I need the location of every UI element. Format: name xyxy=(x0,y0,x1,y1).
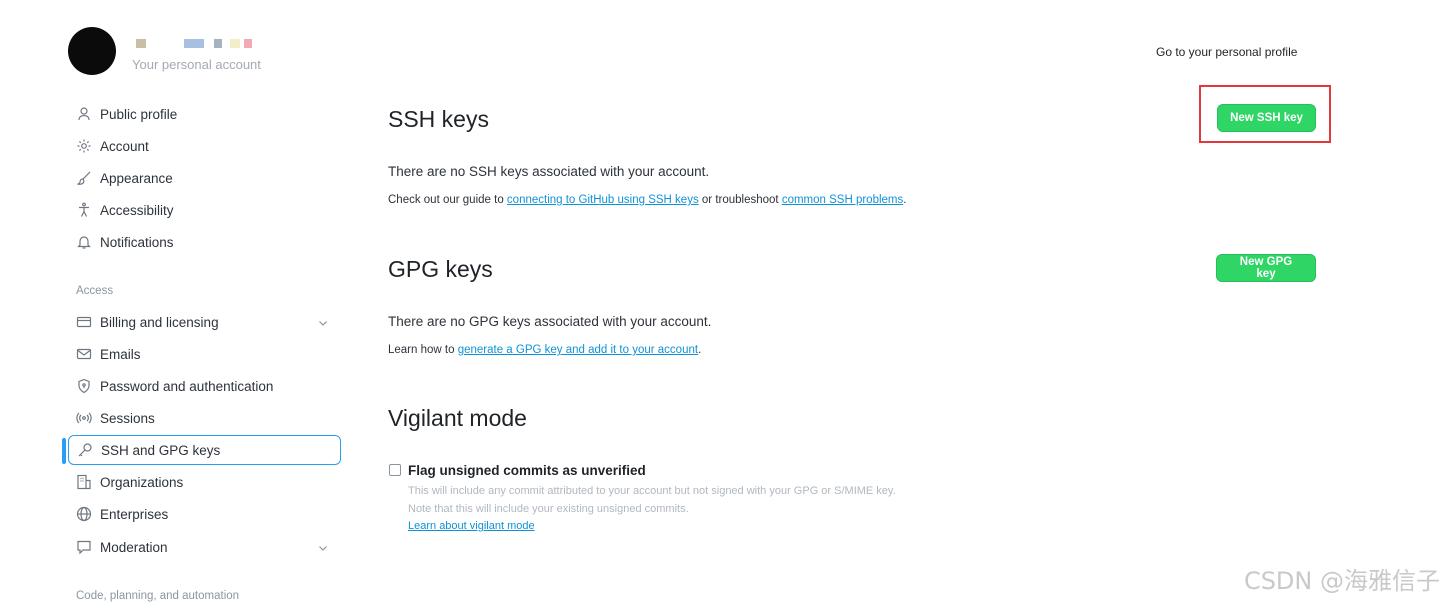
sidebar-item-label: SSH and GPG keys xyxy=(101,442,221,458)
gpg-guide-link[interactable]: generate a GPG key and add it to your ac… xyxy=(458,344,698,356)
sidebar-item-notifications[interactable]: Notifications xyxy=(68,227,341,257)
sidebar-item-enterprises[interactable]: Enterprises xyxy=(68,499,341,529)
vigilant-mode-title: Vigilant mode xyxy=(388,405,527,431)
redacted-block xyxy=(136,39,146,48)
person-icon xyxy=(74,106,94,122)
sidebar-item-label: Billing and licensing xyxy=(100,314,219,330)
chevron-down-icon[interactable] xyxy=(317,541,329,559)
avatar[interactable] xyxy=(68,27,116,75)
vigilant-note-1: This will include any commit attributed … xyxy=(408,485,896,497)
ssh-guide-link[interactable]: connecting to GitHub using SSH keys xyxy=(507,194,699,206)
sidebar-item-label: Public profile xyxy=(100,106,178,122)
new-ssh-key-button[interactable]: New SSH key xyxy=(1217,104,1316,132)
bell-icon xyxy=(74,234,94,250)
sidebar-item-label: Appearance xyxy=(100,170,173,186)
gpg-learn-text: Learn how to generate a GPG key and add … xyxy=(388,344,701,356)
report-icon xyxy=(74,539,94,555)
guide-pre: Check out our guide to xyxy=(388,194,507,206)
credit-card-icon xyxy=(74,314,94,330)
sidebar-item-sessions[interactable]: Sessions xyxy=(68,403,341,433)
learn-pre: Learn how to xyxy=(388,344,458,356)
sidebar-item-public-profile[interactable]: Public profile xyxy=(68,99,341,129)
watermark: CSDN @海雅信子 xyxy=(1243,567,1440,595)
sidebar-item-accessibility[interactable]: Accessibility xyxy=(68,195,341,225)
sidebar-item-label: Moderation xyxy=(100,539,168,555)
sidebar-item-account[interactable]: Account xyxy=(68,131,341,161)
vigilant-note-2: Note that this will include your existin… xyxy=(408,503,689,515)
sidebar-item-organizations[interactable]: Organizations xyxy=(68,467,341,497)
shield-lock-icon xyxy=(74,378,94,394)
sidebar-item-appearance[interactable]: Appearance xyxy=(68,163,341,193)
access-section-label: Access xyxy=(76,285,114,297)
globe-icon xyxy=(74,506,94,522)
organization-icon xyxy=(74,474,94,490)
vigilant-mode-checkbox[interactable] xyxy=(389,464,401,476)
accessibility-icon xyxy=(74,202,94,218)
redacted-block xyxy=(244,39,252,48)
chevron-down-icon[interactable] xyxy=(317,316,329,334)
redacted-block xyxy=(214,39,222,48)
vigilant-checkbox-label[interactable]: Flag unsigned commits as unverified xyxy=(408,463,646,478)
sidebar-item-ssh-gpg-keys[interactable]: SSH and GPG keys xyxy=(62,435,341,465)
sidebar-item-label: Sessions xyxy=(100,410,155,426)
sidebar-item-label: Accessibility xyxy=(100,202,174,218)
ssh-keys-title: SSH keys xyxy=(388,106,489,132)
sidebar-item-label: Password and authentication xyxy=(100,378,274,394)
code-section-label: Code, planning, and automation xyxy=(76,590,240,602)
sidebar-item-emails[interactable]: Emails xyxy=(68,339,341,369)
paintbrush-icon xyxy=(74,170,94,186)
sidebar-item-label: Organizations xyxy=(100,474,184,490)
gear-icon xyxy=(74,138,94,154)
sidebar-item-label: Enterprises xyxy=(100,506,169,522)
ssh-problems-link[interactable]: common SSH problems xyxy=(782,194,903,206)
gpg-empty-text: There are no GPG keys associated with yo… xyxy=(388,314,712,329)
ssh-empty-text: There are no SSH keys associated with yo… xyxy=(388,164,710,179)
sidebar-item-label: Account xyxy=(100,138,149,154)
redacted-block xyxy=(184,39,204,48)
active-indicator xyxy=(62,438,66,464)
sidebar-item-moderation[interactable]: Moderation xyxy=(68,532,341,562)
account-subtitle: Your personal account xyxy=(132,57,261,72)
new-gpg-key-button[interactable]: New GPG key xyxy=(1216,254,1316,282)
sidebar-item-label: Notifications xyxy=(100,234,174,250)
gpg-keys-title: GPG keys xyxy=(388,256,493,282)
ssh-guide-text: Check out our guide to connecting to Git… xyxy=(388,194,906,206)
mail-icon xyxy=(74,346,94,362)
redacted-block xyxy=(230,39,240,48)
guide-post: . xyxy=(903,194,907,206)
vigilant-learn-link[interactable]: Learn about vigilant mode xyxy=(408,520,535,532)
learn-post: . xyxy=(698,344,702,356)
settings-page: Your personal account Go to your persona… xyxy=(0,0,1446,602)
profile-link[interactable]: Go to your personal profile xyxy=(1156,45,1297,59)
sidebar-item-label: Emails xyxy=(100,346,141,362)
guide-mid: or troubleshoot xyxy=(698,194,782,206)
sidebar-item-billing[interactable]: Billing and licensing xyxy=(68,307,341,337)
username-redacted xyxy=(136,39,266,48)
key-icon xyxy=(75,442,95,458)
sidebar-item-password[interactable]: Password and authentication xyxy=(68,371,341,401)
broadcast-icon xyxy=(74,410,94,426)
